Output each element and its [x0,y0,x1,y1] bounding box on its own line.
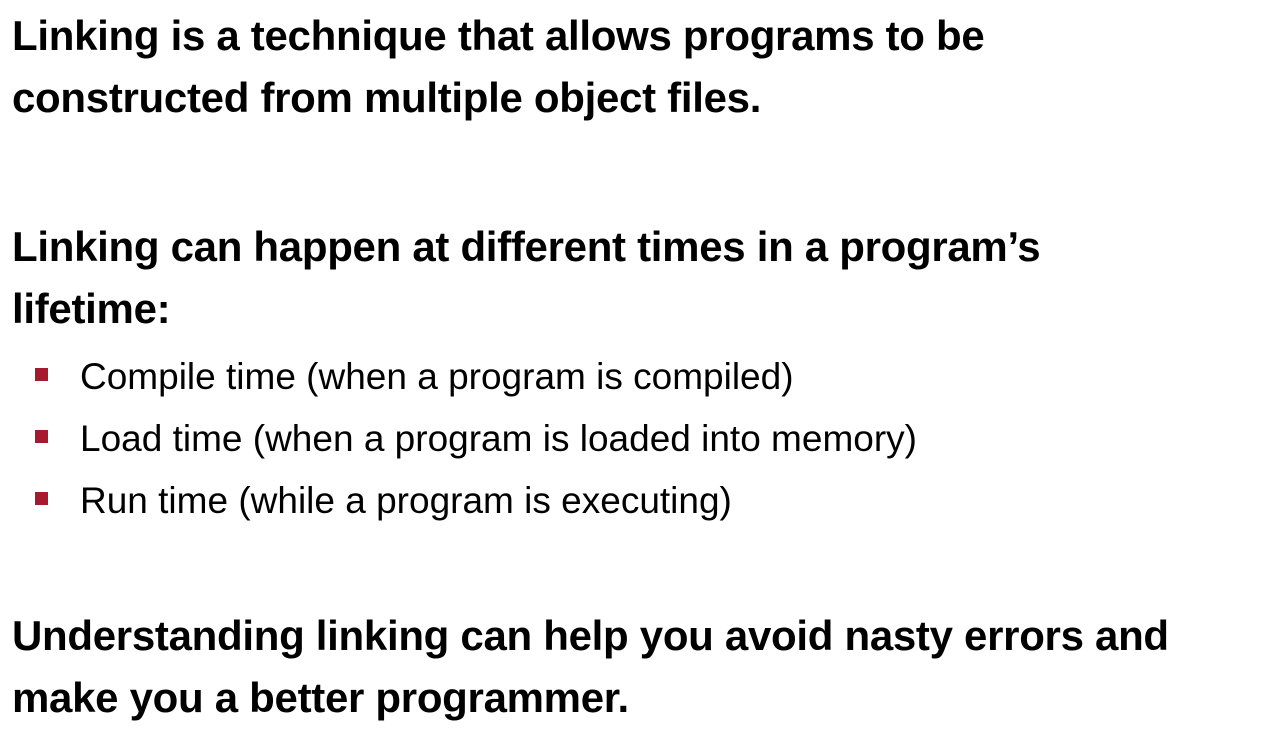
paragraph-linking-definition: Linking is a technique that allows progr… [12,5,985,129]
paragraph-line: constructed from multiple object files. [12,74,762,121]
paragraph-linking-times: Linking can happen at different times in… [12,216,1041,340]
paragraph-line: make you a better programmer. [12,674,629,721]
square-bullet-icon [35,368,48,381]
paragraph-line: Linking can happen at different times in… [12,223,1041,270]
paragraph-line: lifetime: [12,285,171,332]
bullet-text: Compile time (when a program is compiled… [80,356,794,397]
slide: Linking is a technique that allows progr… [0,0,1282,729]
paragraph-understanding-linking: Understanding linking can help you avoid… [12,605,1169,729]
bullet-text: Load time (when a program is loaded into… [80,418,917,459]
square-bullet-icon [35,430,48,443]
paragraph-line: Understanding linking can help you avoid… [12,612,1169,659]
paragraph-line: Linking is a technique that allows progr… [12,12,985,59]
square-bullet-icon [35,492,48,505]
bullet-text: Run time (while a program is executing) [80,480,732,521]
